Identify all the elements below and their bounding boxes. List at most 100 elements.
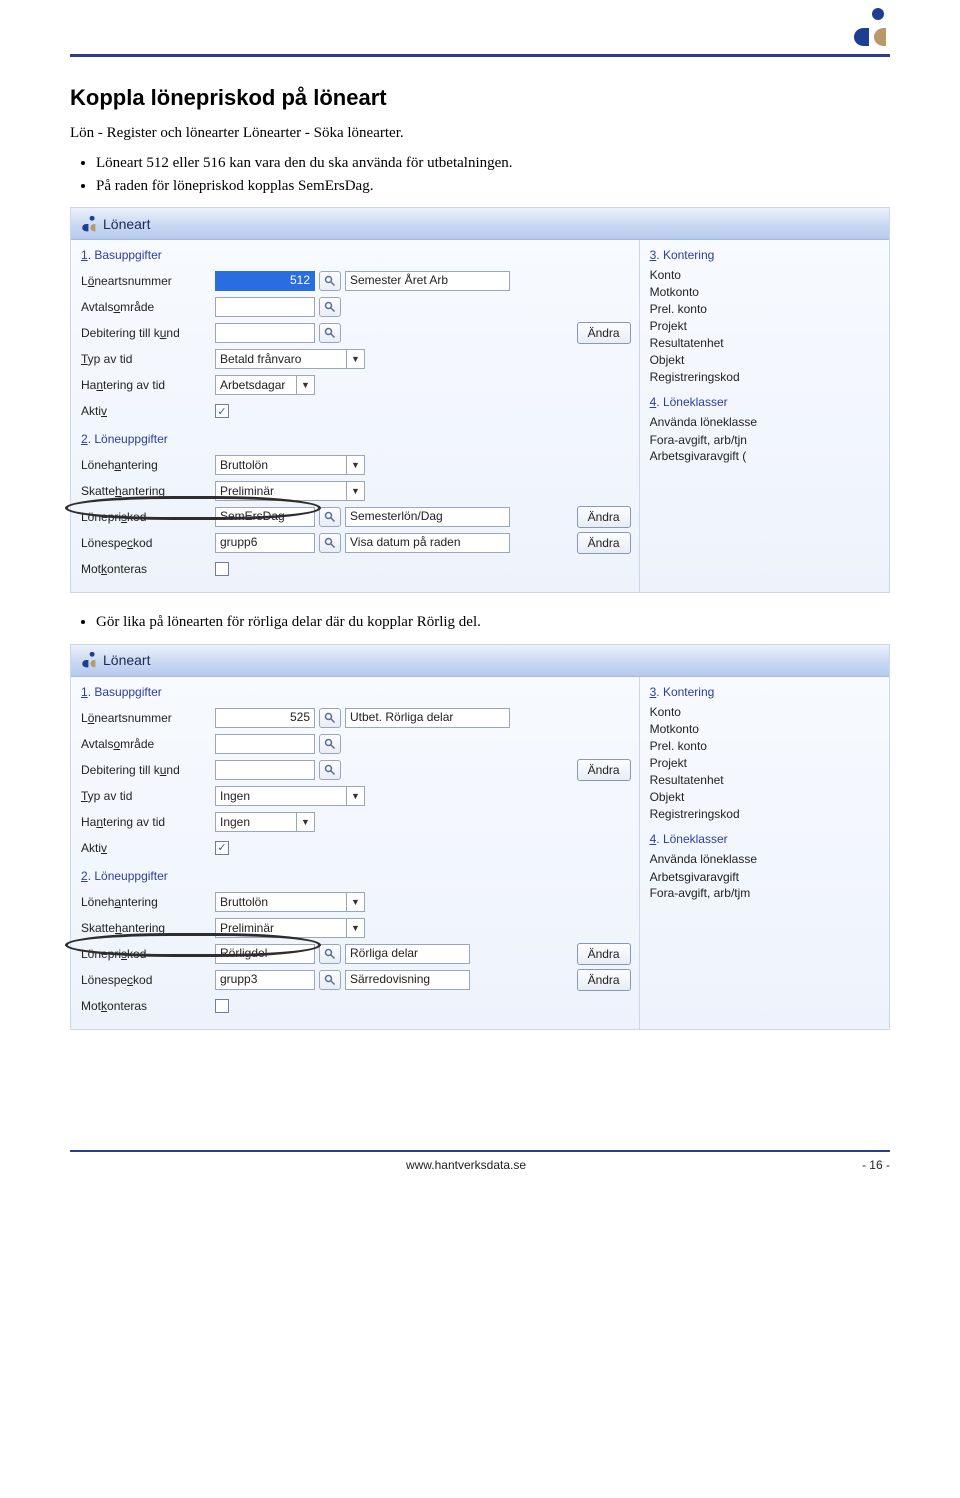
section-2-title[interactable]: 2. Löneuppgifter	[81, 869, 631, 883]
label-lonehantering: Lönehantering	[81, 895, 211, 909]
checkbox-aktiv[interactable]: ✓	[215, 404, 229, 418]
field-lonespeckod-desc: Visa datum på raden	[345, 533, 510, 553]
field-debitering[interactable]	[215, 323, 315, 343]
label-anvanda-loneklasse: Använda löneklasse	[650, 852, 881, 866]
andra-button[interactable]: Ändra	[577, 969, 631, 991]
combo-skattehantering[interactable]: Preliminär▼	[215, 918, 365, 938]
combo-lonehantering[interactable]: Bruttolön▼	[215, 455, 365, 475]
lookup-icon[interactable]	[319, 708, 341, 728]
chevron-down-icon: ▼	[346, 919, 364, 937]
label-debitering: Debitering till kund	[81, 763, 211, 777]
chevron-down-icon: ▼	[296, 376, 314, 394]
field-avtalsomrade[interactable]	[215, 734, 315, 754]
label-registreringskod: Registreringskod	[650, 370, 881, 384]
field-lonepriskod-desc: Semesterlön/Dag	[345, 507, 510, 527]
section-3-title[interactable]: 3. Kontering	[650, 685, 881, 699]
page-number: - 16 -	[862, 1158, 890, 1172]
loneklass-item: Arbetsgivaravgift	[650, 870, 881, 884]
combo-typ-av-tid[interactable]: Betald frånvaro▼	[215, 349, 365, 369]
lead-paragraph: Lön - Register och lönearter Lönearter -…	[70, 125, 890, 142]
field-lonespeckod[interactable]: grupp6	[215, 533, 315, 553]
chevron-down-icon: ▼	[346, 893, 364, 911]
section-2-title[interactable]: 2. Löneuppgifter	[81, 432, 631, 446]
label-prel-konto: Prel. konto	[650, 302, 881, 316]
label-lonepriskod: Lönepriskod	[81, 510, 211, 524]
lookup-icon[interactable]	[319, 970, 341, 990]
field-avtalsomrade[interactable]	[215, 297, 315, 317]
field-lonepriskod-desc: Rörliga delar	[345, 944, 470, 964]
window-titlebar: Löneart	[71, 208, 889, 240]
checkbox-motkonteras[interactable]	[215, 562, 229, 576]
label-skattehantering: Skattehantering	[81, 484, 211, 498]
field-loneartsnummer[interactable]: 525	[215, 708, 315, 728]
label-lonehantering: Lönehantering	[81, 458, 211, 472]
lookup-icon[interactable]	[319, 760, 341, 780]
label-typ-av-tid: Typ av tid	[81, 352, 211, 366]
checkbox-aktiv[interactable]: ✓	[215, 841, 229, 855]
label-typ-av-tid: Typ av tid	[81, 789, 211, 803]
loneklass-item: Fora-avgift, arb/tjm	[650, 886, 881, 900]
combo-lonehantering[interactable]: Bruttolön▼	[215, 892, 365, 912]
label-hantering: Hantering av tid	[81, 378, 211, 392]
label-loneartsnummer: Löneartsnummer	[81, 274, 211, 288]
field-debitering[interactable]	[215, 760, 315, 780]
andra-button[interactable]: Ändra	[577, 322, 631, 344]
checkbox-motkonteras[interactable]	[215, 999, 229, 1013]
label-projekt: Projekt	[650, 319, 881, 333]
field-lonepriskod[interactable]: SemErsDag	[215, 507, 315, 527]
label-registreringskod: Registreringskod	[650, 807, 881, 821]
label-lonepriskod: Lönepriskod	[81, 947, 211, 961]
andra-button[interactable]: Ändra	[577, 943, 631, 965]
combo-skattehantering[interactable]: Preliminär▼	[215, 481, 365, 501]
lookup-icon[interactable]	[319, 734, 341, 754]
lookup-icon[interactable]	[319, 297, 341, 317]
label-hantering: Hantering av tid	[81, 815, 211, 829]
label-projekt: Projekt	[650, 756, 881, 770]
loneklass-item: Fora-avgift, arb/tjn	[650, 433, 881, 447]
lookup-icon[interactable]	[319, 944, 341, 964]
section-1-title[interactable]: 1. Basuppgifter	[81, 685, 631, 699]
section-1-title[interactable]: 1. Basuppgifter	[81, 248, 631, 262]
bullet-list-a: Löneart 512 eller 516 kan vara den du sk…	[96, 152, 890, 197]
lookup-icon[interactable]	[319, 507, 341, 527]
section-4-title[interactable]: 4. Löneklasser	[650, 395, 881, 409]
label-avtalsomrade: Avtalsområde	[81, 737, 211, 751]
label-konto: Konto	[650, 705, 881, 719]
label-avtalsomrade: Avtalsområde	[81, 300, 211, 314]
field-lonespeckod-desc: Särredovisning	[345, 970, 470, 990]
chevron-down-icon: ▼	[346, 787, 364, 805]
field-loneartsnummer[interactable]: 512	[215, 271, 315, 291]
chevron-down-icon: ▼	[346, 482, 364, 500]
chevron-down-icon: ▼	[346, 350, 364, 368]
label-skattehantering: Skattehantering	[81, 921, 211, 935]
label-loneartsnummer: Löneartsnummer	[81, 711, 211, 725]
label-anvanda-loneklasse: Använda löneklasse	[650, 415, 881, 429]
lookup-icon[interactable]	[319, 533, 341, 553]
label-lonespeckod: Lönespeckod	[81, 536, 211, 550]
label-resultatenhet: Resultatenhet	[650, 336, 881, 350]
field-loneart-namn[interactable]: Utbet. Rörliga delar	[345, 708, 510, 728]
field-lonepriskod[interactable]: Rörligdel	[215, 944, 315, 964]
footer-url: www.hantverksdata.se	[406, 1158, 526, 1172]
bullet-item: Gör lika på lönearten för rörliga delar …	[96, 611, 890, 634]
field-loneart-namn[interactable]: Semester Året Arb	[345, 271, 510, 291]
bullet-list-b: Gör lika på lönearten för rörliga delar …	[96, 611, 890, 634]
section-3-title[interactable]: 3. Kontering	[650, 248, 881, 262]
window-title: Löneart	[103, 652, 150, 668]
bullet-item: Löneart 512 eller 516 kan vara den du sk…	[96, 152, 890, 175]
combo-hantering[interactable]: Arbetsdagar▼	[215, 375, 315, 395]
combo-hantering[interactable]: Ingen▼	[215, 812, 315, 832]
andra-button[interactable]: Ändra	[577, 532, 631, 554]
section-4-title[interactable]: 4. Löneklasser	[650, 832, 881, 846]
screenshot-loneart-525: Löneart 1. Basuppgifter Löneartsnummer 5…	[70, 644, 890, 1030]
lookup-icon[interactable]	[319, 271, 341, 291]
field-lonespeckod[interactable]: grupp3	[215, 970, 315, 990]
lookup-icon[interactable]	[319, 323, 341, 343]
chevron-down-icon: ▼	[296, 813, 314, 831]
andra-button[interactable]: Ändra	[577, 506, 631, 528]
loneklass-item: Arbetsgivaravgift (	[650, 449, 881, 463]
label-aktiv: Aktiv	[81, 841, 211, 855]
andra-button[interactable]: Ändra	[577, 759, 631, 781]
combo-typ-av-tid[interactable]: Ingen▼	[215, 786, 365, 806]
label-objekt: Objekt	[650, 353, 881, 367]
